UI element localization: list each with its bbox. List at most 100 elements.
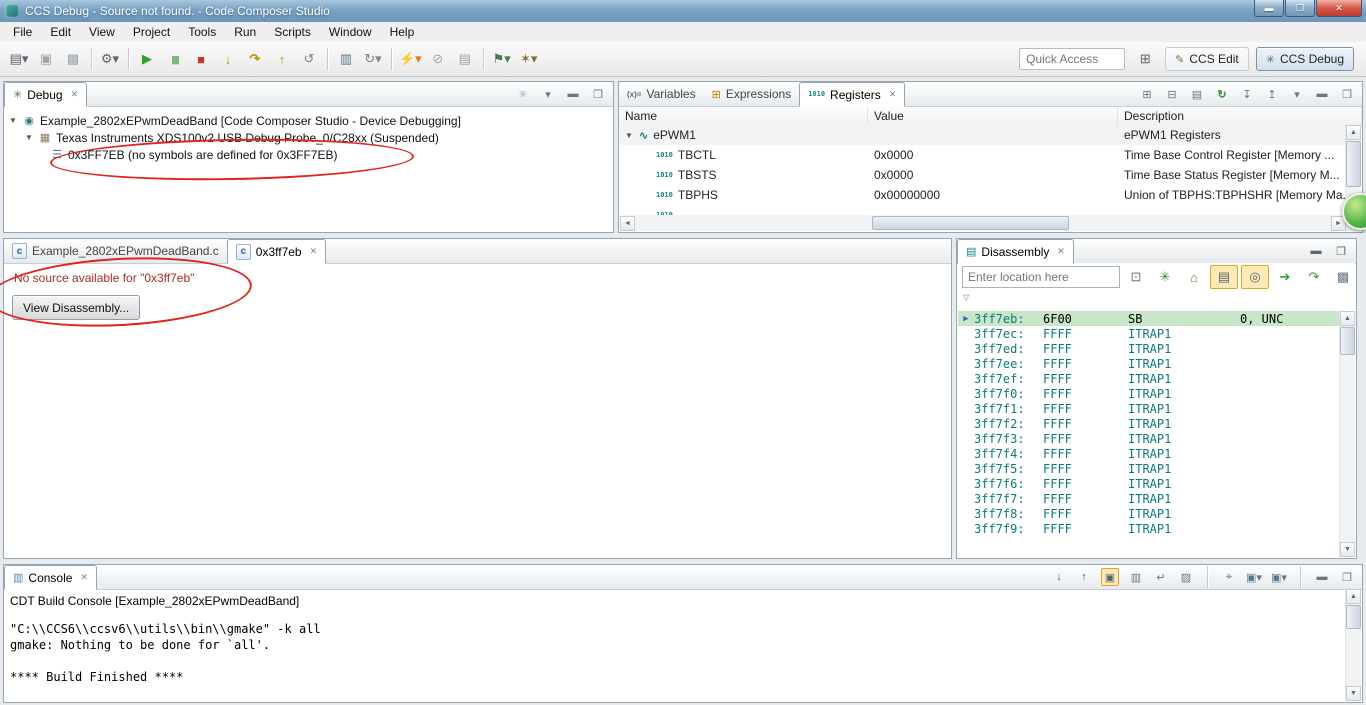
- window-minimize-button[interactable]: ▬: [1254, 0, 1284, 17]
- scroll-thumb[interactable]: [871, 216, 1069, 230]
- open-console-icon[interactable]: ▣▾: [1271, 569, 1287, 585]
- scroll-lock-icon[interactable]: ▥: [1128, 569, 1144, 585]
- close-icon[interactable]: ✕: [80, 572, 88, 583]
- pin-console-icon[interactable]: ⌖: [1221, 569, 1237, 585]
- collapse-all-icon[interactable]: ⊟: [1164, 86, 1180, 102]
- disassembly-row[interactable]: 3ff7f1: FFFF ITRAP1: [958, 401, 1340, 416]
- copy-view-icon[interactable]: ▩: [1330, 266, 1356, 288]
- tab-registers[interactable]: 1010 Registers ✕: [799, 82, 906, 107]
- disassembly-row[interactable]: 3ff7f4: FFFF ITRAP1: [958, 446, 1340, 461]
- minimize-icon[interactable]: ▬: [1308, 243, 1324, 259]
- quick-access-input[interactable]: [1019, 48, 1126, 70]
- scroll-down-icon[interactable]: ▼: [1340, 542, 1355, 557]
- maximize-icon[interactable]: ❐: [1333, 243, 1349, 259]
- close-icon[interactable]: ✕: [71, 89, 79, 100]
- show-source-toggle[interactable]: ▤: [1210, 265, 1238, 289]
- resume-icon[interactable]: ▶: [134, 48, 160, 70]
- tree-mode-icon[interactable]: ⊞: [1139, 86, 1155, 102]
- menu-item-project[interactable]: Project: [124, 23, 179, 41]
- disassembly-row-current[interactable]: ▶ 3ff7eb: 6F00 SB 0, UNC: [958, 311, 1340, 326]
- disassembly-row[interactable]: 3ff7f2: FFFF ITRAP1: [958, 416, 1340, 431]
- tab-expressions[interactable]: ⊞ Expressions: [704, 82, 800, 106]
- menu-item-file[interactable]: File: [4, 23, 41, 41]
- scroll-thumb[interactable]: [1340, 327, 1355, 355]
- menu-item-tools[interactable]: Tools: [179, 23, 225, 41]
- vertical-scrollbar[interactable]: ▲ ▼: [1339, 311, 1355, 557]
- new-view-icon[interactable]: ▦: [1359, 266, 1366, 288]
- menu-item-window[interactable]: Window: [320, 23, 381, 41]
- twisty-icon[interactable]: ▼: [8, 116, 18, 125]
- tab-0x3ff7eb[interactable]: c 0x3ff7eb ✕: [226, 239, 327, 264]
- minimize-icon[interactable]: ▬: [565, 86, 581, 102]
- view-menu-icon[interactable]: ▾: [540, 86, 556, 102]
- scroll-up-icon[interactable]: ▲: [1346, 125, 1361, 140]
- suspend-icon[interactable]: ▮▮: [161, 48, 187, 70]
- column-header-name[interactable]: Name: [619, 107, 868, 126]
- disassembly-row[interactable]: 3ff7f8: FFFF ITRAP1: [958, 506, 1340, 521]
- close-icon[interactable]: ✕: [1057, 246, 1065, 257]
- disassembly-row[interactable]: 3ff7ef: FFFF ITRAP1: [958, 371, 1340, 386]
- scroll-up-icon[interactable]: ▲: [1346, 589, 1361, 604]
- trace-icon[interactable]: ▤: [452, 48, 478, 70]
- clear-console-icon[interactable]: ▨: [1178, 569, 1194, 585]
- next-error-icon[interactable]: ↓: [1051, 569, 1067, 585]
- save-icon[interactable]: ▣: [33, 48, 59, 70]
- refresh-icon[interactable]: ✳: [1152, 266, 1178, 288]
- scroll-thumb[interactable]: [1346, 605, 1361, 629]
- step-over-icon[interactable]: ↷: [242, 48, 268, 70]
- refresh-icon[interactable]: ↻: [1214, 86, 1230, 102]
- horizontal-scrollbar[interactable]: ◄ ►: [620, 215, 1346, 231]
- register-group-row[interactable]: ▼ ∿ ePWM1 ePWM1 Registers: [620, 125, 1346, 145]
- disassembly-row[interactable]: 3ff7f5: FFFF ITRAP1: [958, 461, 1340, 476]
- view-menu-icon[interactable]: ▾: [1289, 86, 1305, 102]
- window-close-button[interactable]: ✕: [1316, 0, 1362, 17]
- pinwheel-icon[interactable]: ✳: [515, 86, 531, 102]
- scroll-left-icon[interactable]: ◄: [620, 215, 635, 231]
- export-icon[interactable]: ↥: [1264, 86, 1280, 102]
- layout-icon[interactable]: ▤: [1189, 86, 1205, 102]
- import-icon[interactable]: ↧: [1239, 86, 1255, 102]
- scroll-up-icon[interactable]: ▲: [1340, 311, 1355, 326]
- disassembly-row[interactable]: 3ff7f3: FFFF ITRAP1: [958, 431, 1340, 446]
- word-wrap-icon[interactable]: ↵: [1153, 569, 1169, 585]
- open-perspective-icon[interactable]: ⊞: [1132, 48, 1158, 70]
- track-pc-toggle[interactable]: ◎: [1241, 265, 1269, 289]
- menu-item-view[interactable]: View: [80, 23, 124, 41]
- tab-disassembly[interactable]: ▤ Disassembly ✕: [957, 239, 1074, 264]
- disassembly-row[interactable]: 3ff7ee: FFFF ITRAP1: [958, 356, 1340, 371]
- maximize-icon[interactable]: ❐: [1339, 86, 1355, 102]
- register-row[interactable]: 1010 TBSTS 0x0000 Time Base Status Regis…: [620, 165, 1346, 185]
- disassembly-row[interactable]: 3ff7ec: FFFF ITRAP1: [958, 326, 1340, 341]
- close-icon[interactable]: ✕: [889, 89, 897, 100]
- maximize-icon[interactable]: ❐: [1339, 569, 1355, 585]
- profile-icon[interactable]: ⊘: [425, 48, 451, 70]
- scroll-down-icon[interactable]: ▼: [1346, 686, 1361, 701]
- tab-console[interactable]: ▥ Console ✕: [4, 565, 97, 590]
- perspective-ccs-edit[interactable]: ✎ CCS Edit: [1165, 47, 1249, 71]
- step-return-icon[interactable]: ↑: [269, 48, 295, 70]
- highlight-tool-icon[interactable]: ✶▾: [516, 48, 542, 70]
- debug-config-icon[interactable]: ⚑▾: [489, 48, 515, 70]
- assembly-step-icon[interactable]: ▥: [333, 48, 359, 70]
- minimize-icon[interactable]: ▬: [1314, 569, 1330, 585]
- minimize-icon[interactable]: ▬: [1314, 86, 1330, 102]
- display-console-icon[interactable]: ▣▾: [1246, 569, 1262, 585]
- restart-icon[interactable]: ↺: [296, 48, 322, 70]
- new-wizard-icon[interactable]: ▤▾: [6, 48, 32, 70]
- build-icon[interactable]: ⚙▾: [97, 48, 123, 70]
- step-into-icon[interactable]: ↓: [215, 48, 241, 70]
- debug-tree-item-project[interactable]: ▼ ◉ Example_2802xEPwmDeadBand [Code Comp…: [4, 112, 613, 129]
- tab-debug[interactable]: ✳ Debug ✕: [4, 82, 88, 107]
- column-header-description[interactable]: Description: [1118, 107, 1362, 126]
- terminate-icon[interactable]: ■: [188, 48, 214, 70]
- prev-error-icon[interactable]: ↑: [1076, 569, 1092, 585]
- flash-icon[interactable]: ⚡▾: [397, 48, 424, 70]
- menu-item-edit[interactable]: Edit: [41, 23, 80, 41]
- perspective-ccs-debug[interactable]: ✳ CCS Debug: [1255, 47, 1354, 71]
- window-titlebar[interactable]: CCS Debug - Source not found. - Code Com…: [0, 0, 1366, 22]
- disassembly-row[interactable]: 3ff7ed: FFFF ITRAP1: [958, 341, 1340, 356]
- disassembly-row[interactable]: 3ff7f9: FFFF ITRAP1: [958, 521, 1340, 536]
- menu-item-scripts[interactable]: Scripts: [265, 23, 320, 41]
- tab-variables[interactable]: (x)= Variables: [619, 82, 704, 106]
- location-input[interactable]: [962, 266, 1120, 288]
